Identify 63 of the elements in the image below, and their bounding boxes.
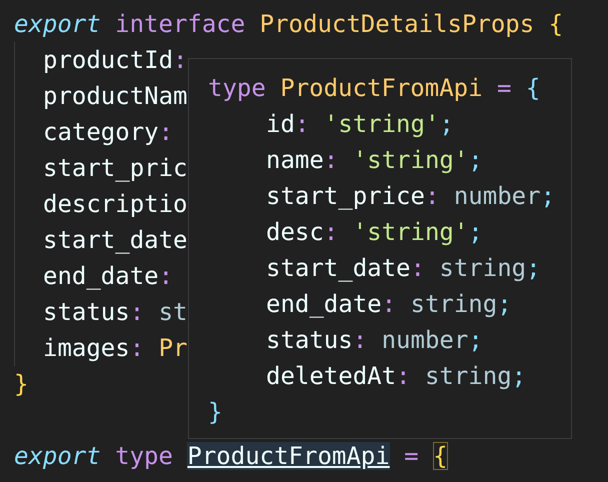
type-keyword: string <box>424 362 512 390</box>
property-name: end_date <box>43 262 159 290</box>
colon: : <box>158 262 174 290</box>
semicolon: ; <box>468 218 483 246</box>
brace: { <box>433 442 448 470</box>
type-name: ProductDetailsProps <box>260 10 534 38</box>
property-name: status <box>266 326 353 354</box>
brace: } <box>208 398 222 426</box>
semicolon: ; <box>497 290 512 318</box>
property-name: end_date <box>266 290 382 318</box>
colon: : <box>173 46 188 74</box>
string-literal: 'string' <box>352 218 468 246</box>
type-name[interactable]: ProductFromApi <box>187 442 390 470</box>
property-name: deletedAt <box>266 362 396 390</box>
colon: : <box>410 254 425 282</box>
property-name: images <box>43 334 130 362</box>
keyword: type <box>208 74 266 102</box>
semicolon: ; <box>512 362 526 390</box>
colon: : <box>396 362 410 390</box>
property-name: productNam <box>43 82 188 110</box>
type-keyword: st <box>158 298 188 326</box>
type-keyword: number <box>454 182 541 210</box>
property-name: category <box>43 118 159 146</box>
keyword: = <box>497 74 512 102</box>
colon: : <box>352 326 368 354</box>
colon: : <box>158 118 174 146</box>
property-name: start_date <box>266 254 410 282</box>
keyword: type <box>115 442 173 470</box>
property-name: status <box>43 298 130 326</box>
property-name: desc <box>266 218 324 246</box>
semicolon: ; <box>468 146 483 174</box>
semicolon: ; <box>439 110 454 138</box>
colon: : <box>382 290 396 318</box>
property-name: id <box>266 110 295 138</box>
string-literal: 'string' <box>324 110 440 138</box>
type-keyword: number <box>382 326 468 354</box>
property-name: descriptio <box>43 190 188 218</box>
type-name: Pr <box>158 334 188 362</box>
property-name: start_date <box>43 226 188 254</box>
property-name: start_price <box>266 182 425 210</box>
type-name: ProductFromApi <box>280 74 483 102</box>
type-keyword: string <box>410 290 498 318</box>
colon: : <box>294 110 310 138</box>
type-keyword: string <box>439 254 526 282</box>
property-name: productId <box>43 46 174 74</box>
keyword: export <box>14 442 101 470</box>
colon: : <box>130 298 144 326</box>
string-literal: 'string' <box>352 146 468 174</box>
colon: : <box>424 182 440 210</box>
semicolon: ; <box>468 326 483 354</box>
property-name: name <box>266 146 324 174</box>
brace: } <box>14 370 28 398</box>
brace: { <box>526 74 540 102</box>
colon: : <box>130 334 144 362</box>
brace: { <box>548 10 564 38</box>
colon: : <box>324 146 338 174</box>
colon: : <box>324 218 338 246</box>
property-name: start_pric <box>43 154 188 182</box>
semicolon: ; <box>540 182 556 210</box>
keyword: export <box>14 10 101 38</box>
keyword: interface <box>115 10 246 38</box>
keyword: = <box>404 442 419 470</box>
semicolon: ; <box>526 254 541 282</box>
